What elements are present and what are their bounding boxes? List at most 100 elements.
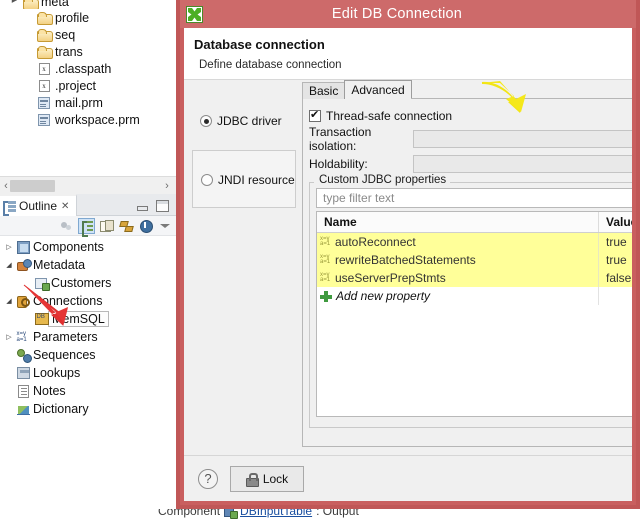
lock-icon (245, 472, 259, 487)
outline-tabstrip: Outline ✕ (0, 194, 176, 216)
property-name-text: autoReconnect (335, 235, 416, 249)
folder-icon (36, 28, 53, 42)
thread-safe-row[interactable]: Thread-safe connection (309, 106, 632, 126)
icon-wrap (15, 384, 32, 398)
chevron-right-icon[interactable]: ▷ (3, 243, 15, 251)
maximize-icon[interactable] (156, 199, 169, 212)
tree-item-meta[interactable]: ▶ meta (0, 0, 176, 9)
holdability-row: Holdability: (309, 151, 632, 176)
tree-item-mail-prm[interactable]: mail.prm (0, 94, 176, 111)
outline-item-parameters[interactable]: ▷ Parameters (0, 328, 176, 346)
icon-wrap (15, 331, 32, 343)
tree-item-workspace-prm[interactable]: workspace.prm (0, 111, 176, 128)
tree-item--project[interactable]: x .project (0, 77, 176, 94)
prm-file-icon (38, 113, 50, 126)
yellow-annotation-arrow (481, 81, 526, 113)
cell-property-value[interactable]: true (599, 251, 632, 269)
chevron-right-icon[interactable]: ▷ (3, 333, 15, 341)
component-icon (224, 509, 239, 519)
link-with-editor-icon[interactable] (58, 218, 75, 234)
explorer-horizontal-scrollbar[interactable]: ‹ › (0, 176, 176, 194)
property-variable-icon (320, 255, 333, 265)
minimize-icon[interactable] (136, 199, 148, 211)
sort-icon[interactable] (118, 218, 135, 234)
icon-wrap (15, 259, 32, 271)
cell-property-name[interactable]: useServerPrepStmts (317, 269, 599, 287)
outline-item-label: Dictionary (33, 402, 89, 416)
outline-item-label: Components (33, 240, 104, 254)
table-row[interactable]: rewriteBatchedStatements true (317, 251, 632, 269)
icon-wrap (15, 240, 32, 254)
folder-icon (22, 0, 39, 9)
tree-item-label: workspace.prm (55, 112, 140, 127)
outline-item-components[interactable]: ▷ Components (0, 238, 176, 256)
status-bar: Component DBInputTable : Output (150, 509, 640, 521)
tabstrip: Basic Advanced (302, 80, 632, 99)
cell-property-name[interactable]: rewriteBatchedStatements (317, 251, 599, 269)
radio-jdbc-driver-label: JDBC driver (217, 114, 282, 128)
close-icon[interactable]: ✕ (61, 201, 69, 212)
checkbox-thread-safe-connection[interactable] (309, 108, 321, 122)
tree-item-label: trans (55, 44, 83, 59)
radio-jndi-resource[interactable] (201, 174, 213, 186)
jdbc-properties-table[interactable]: Name Value autoReconnecttruerewriteBatch… (316, 211, 632, 417)
tab-advanced[interactable]: Advanced (344, 80, 412, 99)
chevron-down-icon[interactable]: ◢ (3, 261, 15, 269)
icon-wrap (35, 96, 53, 109)
info-icon[interactable] (138, 218, 155, 234)
table-row[interactable]: autoReconnect true (317, 233, 632, 251)
radio-jndi-resource-label: JNDI resource (218, 173, 295, 187)
view-menu-caret-icon[interactable] (158, 218, 172, 234)
lock-button[interactable]: Lock (230, 465, 304, 492)
custom-jdbc-properties-group: Custom JDBC properties type filter text … (309, 174, 632, 428)
cell-property-name[interactable]: autoReconnect (317, 233, 599, 251)
icon-wrap: x (35, 79, 53, 92)
tree-item--classpath[interactable]: x .classpath (0, 60, 176, 77)
icon-wrap (35, 45, 53, 59)
tree-item-seq[interactable]: seq (0, 26, 176, 43)
outline-item-sequences[interactable]: Sequences (0, 346, 176, 364)
cell-property-value[interactable]: true (599, 233, 632, 251)
table-row[interactable]: useServerPrepStmts false (317, 269, 632, 287)
transaction-isolation-select[interactable] (413, 129, 632, 148)
radio-jdbc-driver[interactable] (200, 115, 212, 127)
property-name-text: rewriteBatchedStatements (335, 253, 476, 267)
outline-item-notes[interactable]: Notes (0, 382, 176, 400)
tab-basic[interactable]: Basic (302, 82, 346, 99)
outline-item-dictionary[interactable]: Dictionary (0, 400, 176, 418)
help-button[interactable]: ? (198, 468, 218, 489)
dialog-body: Database connection Define database conn… (184, 28, 632, 501)
add-new-property-value-cell[interactable] (599, 287, 632, 305)
column-header-name[interactable]: Name (317, 212, 599, 232)
icon-wrap (35, 28, 53, 42)
folder-icon (36, 45, 53, 59)
filter-input[interactable]: type filter text (316, 188, 632, 208)
show-properties-icon[interactable] (98, 218, 115, 234)
outline-item-lookups[interactable]: Lookups (0, 364, 176, 382)
cell-property-value[interactable]: false (599, 269, 632, 287)
chevron-down-icon[interactable]: ◢ (3, 297, 15, 305)
status-component-link[interactable]: DBInputTable (240, 509, 312, 518)
tab-outline[interactable]: Outline ✕ (0, 194, 78, 216)
tree-item-trans[interactable]: trans (0, 43, 176, 60)
outline-tree[interactable]: ▷ Components ◢ Metadata Customers ◢ Connection… (0, 236, 176, 418)
tree-item-profile[interactable]: profile (0, 9, 176, 26)
folder-icon (36, 11, 53, 25)
transaction-isolation-label: Transaction isolation: (309, 124, 372, 153)
add-new-property-cell[interactable]: Add new property (317, 287, 599, 305)
page-subtitle: Define database connection (199, 59, 342, 71)
scrollbar-thumb[interactable] (10, 180, 55, 192)
chevron-right-icon[interactable]: ▶ (8, 0, 21, 9)
project-explorer-tree[interactable]: ▶ meta profile seq trans x .classpath x .project… (0, 0, 176, 176)
icon-wrap (35, 113, 53, 126)
table-header-row: Name Value (317, 212, 632, 233)
outline-item-metadata[interactable]: ◢ Metadata (0, 256, 176, 274)
add-new-property-row[interactable]: Add new property (317, 287, 632, 305)
show-structure-icon[interactable] (78, 217, 95, 237)
property-variable-icon (320, 237, 333, 247)
scroll-right-arrow-icon[interactable]: › (161, 178, 173, 194)
radio-card-jdbc[interactable]: JDBC driver (192, 92, 296, 150)
holdability-select[interactable] (413, 154, 632, 173)
radio-card-jndi[interactable]: JNDI resource (192, 150, 296, 208)
column-header-value[interactable]: Value (599, 212, 632, 232)
